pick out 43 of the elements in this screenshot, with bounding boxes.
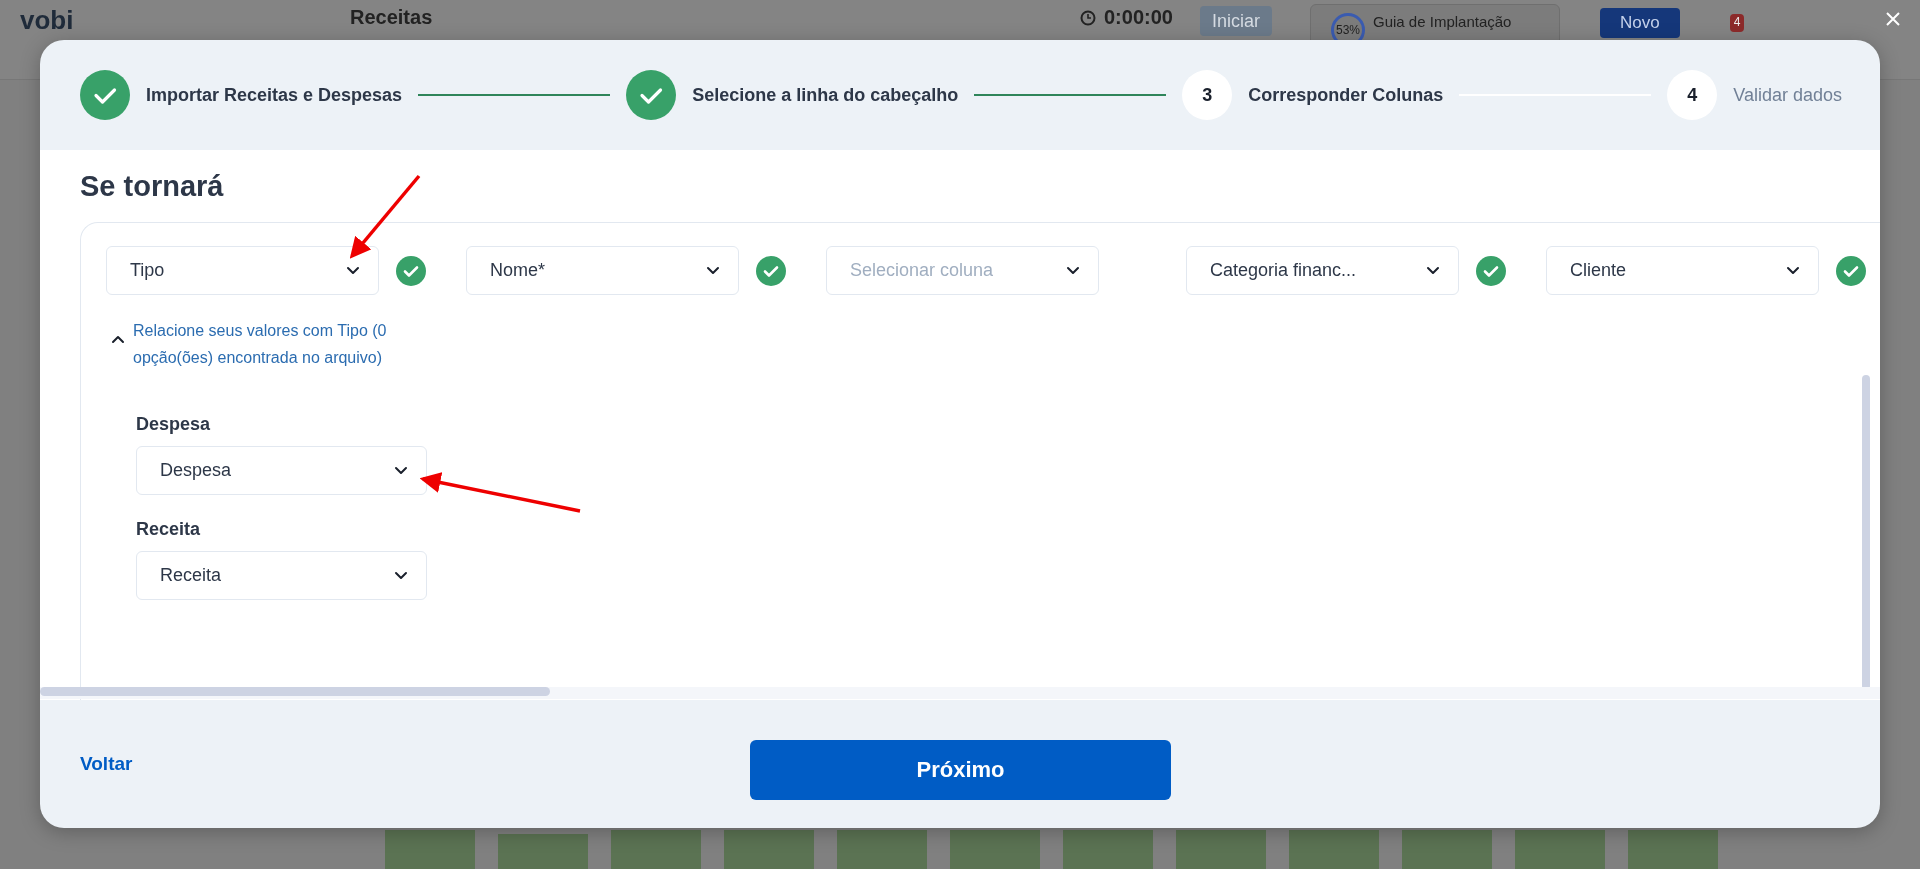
select-value: Categoria financ... (1210, 260, 1357, 281)
mapping-toggle-text[interactable]: Relacione seus valores com Tipo (0 opção(ões) encontrada no arquivo) (133, 317, 443, 371)
close-icon[interactable] (1886, 12, 1900, 26)
field-label: Receita (136, 519, 201, 541)
chevron-down-icon (1786, 266, 1800, 275)
select-field[interactable]: Tipo (106, 246, 379, 295)
select-field[interactable]: Categoria financ... (1186, 246, 1459, 295)
logo: vobi (20, 6, 75, 34)
step-number: 4 (1667, 70, 1718, 120)
select-placeholder: Selecionar coluna (850, 260, 994, 281)
select-value: Receita (160, 565, 222, 586)
timer-text: 0:00:00 (1104, 6, 1173, 29)
step-number: 3 (1182, 70, 1233, 120)
select-field[interactable]: Nome* (466, 246, 739, 295)
chevron-down-icon (394, 466, 408, 475)
chevron-up-icon[interactable] (111, 335, 125, 344)
guide-label: Guia de Implantação (1373, 13, 1512, 30)
chevron-down-icon (706, 266, 720, 275)
select-value: Despesa (160, 460, 232, 481)
select-field[interactable]: Cliente (1546, 246, 1819, 295)
step-label: Validar dados (1733, 84, 1842, 106)
page-title: Receitas (350, 6, 434, 29)
chevron-down-icon (1066, 266, 1080, 275)
scrollbar[interactable] (1862, 375, 1870, 690)
select-value: Tipo (130, 260, 165, 281)
new-button[interactable]: Novo (1600, 8, 1680, 38)
step-label: Importar Receitas e Despesas (146, 84, 403, 106)
step-label: Selecione a linha do cabeçalho (692, 84, 959, 106)
select-value: Nome* (490, 260, 546, 281)
chevron-down-icon (346, 266, 360, 275)
chevron-down-icon (394, 571, 408, 580)
back-link[interactable]: Voltar (80, 753, 133, 775)
section-title: Se tornará (80, 170, 224, 204)
clock-icon (1080, 9, 1096, 26)
select-field[interactable]: Receita (136, 551, 427, 600)
select-value: Cliente (1570, 260, 1627, 281)
chevron-down-icon (1426, 266, 1440, 275)
scrollbar[interactable] (40, 687, 550, 696)
step-label: Corresponder Colunas (1248, 84, 1444, 106)
notification-badge: 4 (1729, 14, 1745, 32)
select-field[interactable]: Despesa (136, 446, 427, 495)
field-label: Despesa (136, 414, 211, 436)
next-button[interactable]: Próximo (750, 740, 1171, 800)
